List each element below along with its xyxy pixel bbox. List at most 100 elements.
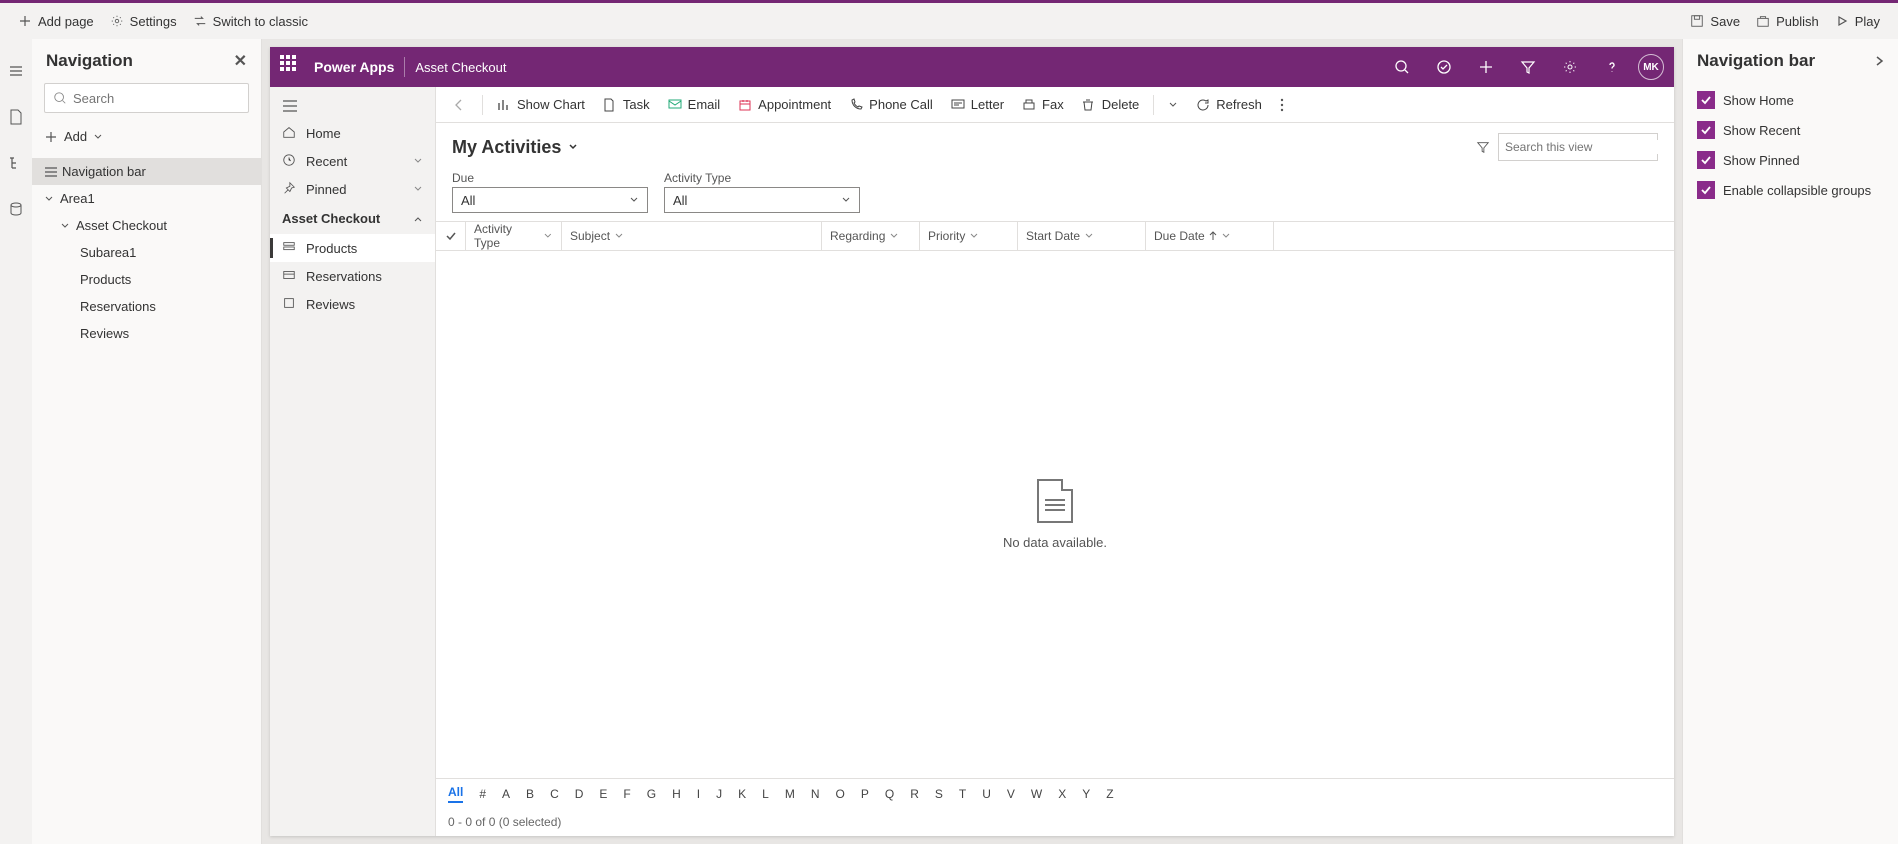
index-item[interactable]: B (526, 787, 534, 801)
nav-item-navigation-bar[interactable]: Navigation bar (32, 158, 261, 185)
index-item[interactable]: Q (885, 787, 894, 801)
index-item[interactable]: O (836, 787, 845, 801)
filter-due-select[interactable]: All (452, 187, 648, 213)
avatar[interactable]: MK (1638, 54, 1664, 80)
checkbox-collapsible-groups[interactable] (1697, 181, 1715, 199)
email-button[interactable]: Email (660, 93, 729, 116)
checkbox-show-pinned[interactable] (1697, 151, 1715, 169)
index-item[interactable]: Y (1082, 787, 1090, 801)
index-item[interactable]: N (811, 787, 820, 801)
add-page-button[interactable]: Add page (10, 10, 102, 33)
rail-tree-button[interactable] (2, 149, 30, 177)
index-item[interactable]: I (697, 787, 700, 801)
header-add-button[interactable] (1470, 51, 1502, 83)
nav-search-input[interactable] (44, 83, 249, 113)
index-item[interactable]: K (738, 787, 746, 801)
checkbox-show-recent[interactable] (1697, 121, 1715, 139)
view-selector[interactable]: My Activities (452, 137, 579, 158)
view-filter-button[interactable] (1476, 140, 1490, 154)
index-item[interactable]: S (935, 787, 943, 801)
header-help-button[interactable] (1596, 51, 1628, 83)
check-icon (445, 230, 457, 242)
refresh-button[interactable]: Refresh (1188, 93, 1270, 116)
index-item[interactable]: U (982, 787, 991, 801)
funnel-icon (1476, 140, 1490, 154)
rail-hamburger-button[interactable] (2, 57, 30, 85)
sitemap-recent[interactable]: Recent (270, 147, 435, 175)
index-item[interactable]: H (672, 787, 681, 801)
rail-page-button[interactable] (2, 103, 30, 131)
sitemap-products[interactable]: Products (270, 234, 435, 262)
task-button[interactable]: Task (595, 93, 658, 116)
check-label: Enable collapsible groups (1723, 183, 1871, 198)
sitemap-reservations[interactable]: Reservations (270, 262, 435, 290)
sitemap-group-header[interactable]: Asset Checkout (270, 203, 435, 234)
index-item[interactable]: P (861, 787, 869, 801)
add-nav-item-button[interactable]: Add (44, 125, 249, 148)
show-chart-button[interactable]: Show Chart (489, 93, 593, 116)
nav-item-reservations[interactable]: Reservations (32, 293, 261, 320)
view-search-input[interactable] (1498, 133, 1658, 161)
index-item[interactable]: X (1058, 787, 1066, 801)
header-settings-button[interactable] (1554, 51, 1586, 83)
index-item[interactable]: E (599, 787, 607, 801)
header-filter-button[interactable] (1512, 51, 1544, 83)
column-start-date[interactable]: Start Date (1018, 222, 1146, 250)
index-item[interactable]: M (785, 787, 795, 801)
filter-activity-type-select[interactable]: All (664, 187, 860, 213)
index-item[interactable]: # (479, 787, 486, 801)
nav-item-subarea1[interactable]: Subarea1 (32, 239, 261, 266)
nav-item-reviews[interactable]: Reviews (32, 320, 261, 347)
avatar-initials: MK (1643, 62, 1659, 73)
nav-item-products[interactable]: Products (32, 266, 261, 293)
sitemap-pinned[interactable]: Pinned (270, 175, 435, 203)
sitemap-reviews[interactable]: Reviews (270, 290, 435, 318)
collapse-props-button[interactable] (1874, 55, 1884, 67)
fax-button[interactable]: Fax (1014, 93, 1072, 116)
column-activity-type[interactable]: Activity Type (466, 222, 562, 250)
switch-classic-button[interactable]: Switch to classic (185, 10, 316, 33)
index-item[interactable]: G (647, 787, 656, 801)
publish-button[interactable]: Publish (1748, 10, 1827, 33)
play-button[interactable]: Play (1827, 10, 1888, 33)
sitemap-label: Products (306, 241, 357, 256)
index-item[interactable]: F (623, 787, 630, 801)
settings-button[interactable]: Settings (102, 10, 185, 33)
rail-data-button[interactable] (2, 195, 30, 223)
column-subject[interactable]: Subject (562, 222, 822, 250)
index-item[interactable]: R (910, 787, 919, 801)
index-item[interactable]: T (959, 787, 966, 801)
delete-button[interactable]: Delete (1074, 93, 1148, 116)
select-all-column[interactable] (436, 222, 466, 250)
back-button[interactable] (442, 94, 476, 116)
column-due-date[interactable]: Due Date (1146, 222, 1274, 250)
sitemap-hamburger[interactable] (270, 93, 435, 119)
index-item[interactable]: W (1031, 787, 1042, 801)
index-item[interactable]: D (575, 787, 584, 801)
checkbox-show-home[interactable] (1697, 91, 1715, 109)
index-item[interactable]: L (762, 787, 769, 801)
waffle-button[interactable] (280, 55, 304, 79)
index-item[interactable]: Z (1106, 787, 1113, 801)
save-button[interactable]: Save (1682, 10, 1748, 33)
phone-call-button[interactable]: Phone Call (841, 93, 941, 116)
delete-dropdown[interactable] (1160, 96, 1186, 114)
header-search-button[interactable] (1386, 51, 1418, 83)
letter-button[interactable]: Letter (943, 93, 1012, 116)
column-regarding[interactable]: Regarding (822, 222, 920, 250)
index-item[interactable]: A (502, 787, 510, 801)
top-toolbar: Add page Settings Switch to classic S (0, 3, 1898, 39)
sitemap-home[interactable]: Home (270, 119, 435, 147)
nav-item-area1[interactable]: Area1 (32, 185, 261, 212)
column-priority[interactable]: Priority (920, 222, 1018, 250)
appointment-button[interactable]: Appointment (730, 93, 839, 116)
index-item[interactable]: J (716, 787, 722, 801)
header-target-button[interactable] (1428, 51, 1460, 83)
sitemap-label: Reviews (306, 297, 355, 312)
index-all[interactable]: All (448, 785, 463, 803)
close-nav-button[interactable]: ✕ (234, 51, 247, 71)
more-commands-button[interactable] (1272, 94, 1292, 116)
index-item[interactable]: V (1007, 787, 1015, 801)
nav-item-asset-checkout[interactable]: Asset Checkout (32, 212, 261, 239)
index-item[interactable]: C (550, 787, 559, 801)
